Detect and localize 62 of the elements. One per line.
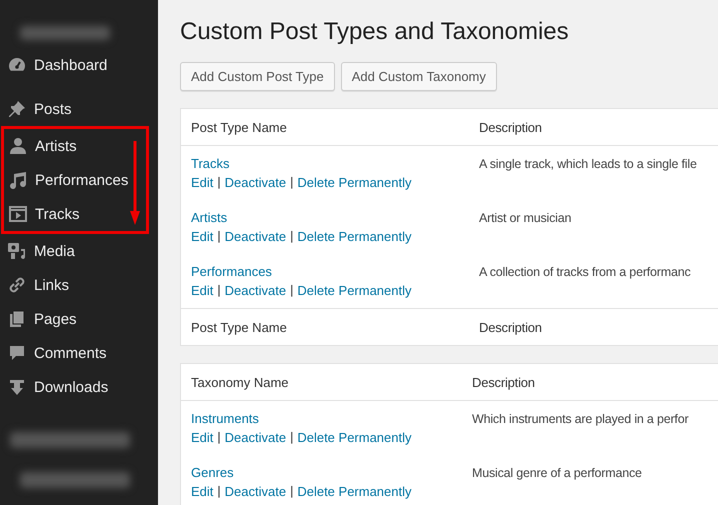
link-icon xyxy=(7,275,27,295)
column-header: Description xyxy=(479,120,542,134)
column-header: Post Type Name xyxy=(190,320,288,334)
action-link[interactable]: Delete Permanently xyxy=(297,281,412,300)
add-button[interactable]: Add Custom Post Type xyxy=(180,62,335,91)
media-icon xyxy=(7,241,27,261)
item-link[interactable]: Tracks xyxy=(191,155,479,173)
page-title: Custom Post Types and Taxonomies xyxy=(180,18,570,46)
action-link[interactable]: Edit xyxy=(191,281,214,300)
action-link[interactable]: Delete Permanently xyxy=(297,173,412,192)
item-link[interactable]: Performances xyxy=(191,263,479,281)
separator: | xyxy=(217,174,221,191)
separator: | xyxy=(290,483,294,500)
action-link[interactable]: Delete Permanently xyxy=(297,428,412,447)
separator: | xyxy=(290,429,294,446)
action-link[interactable]: Edit xyxy=(191,482,214,501)
separator: | xyxy=(290,282,294,299)
speech-bubble-icon xyxy=(7,343,27,363)
column-header: Taxonomy Name xyxy=(190,374,290,390)
description-text: Artist or musician xyxy=(479,210,572,227)
column-header: Description xyxy=(479,320,542,334)
action-link[interactable]: Edit xyxy=(191,227,214,246)
add-button[interactable]: Add Custom Taxonomy xyxy=(340,62,497,91)
download-icon xyxy=(7,377,27,397)
action-link[interactable]: Edit xyxy=(191,428,214,447)
action-link[interactable]: Edit xyxy=(191,173,214,192)
separator: | xyxy=(217,282,221,299)
column-header: Description xyxy=(472,374,535,390)
menu-item[interactable]: Comments xyxy=(0,336,158,370)
separator: | xyxy=(217,483,221,500)
action-link[interactable]: Deactivate xyxy=(224,428,286,447)
action-link[interactable]: Delete Permanently xyxy=(297,227,412,246)
action-link[interactable]: Deactivate xyxy=(224,173,286,192)
separator: | xyxy=(217,429,221,446)
action-link[interactable]: Deactivate xyxy=(224,227,286,246)
column-header: Post Type Name xyxy=(190,120,288,134)
item-link[interactable]: Instruments xyxy=(191,410,472,428)
menu-item[interactable]: Media xyxy=(0,234,158,268)
menu-item[interactable]: Artists xyxy=(4,129,146,163)
menu-item[interactable]: Posts xyxy=(0,92,158,126)
separator: | xyxy=(290,228,294,245)
description-text: A collection of tracks from a performanc xyxy=(479,264,691,281)
action-link[interactable]: Delete Permanently xyxy=(297,482,412,501)
description-text: A single track, which leads to a single file xyxy=(479,156,697,173)
item-link[interactable]: Artists xyxy=(191,209,479,227)
menu-item[interactable]: Performances xyxy=(4,163,146,197)
menu-item[interactable]: Tracks xyxy=(4,197,146,231)
menu-item[interactable]: Downloads xyxy=(0,370,158,404)
menu-item[interactable]: Links xyxy=(0,268,158,302)
item-link[interactable]: Genres xyxy=(191,464,472,482)
description-text: Which instruments are played in a perfor xyxy=(472,411,688,428)
separator: | xyxy=(217,228,221,245)
description-text: Musical genre of a performance xyxy=(472,465,642,482)
action-link[interactable]: Deactivate xyxy=(224,281,286,300)
pin-icon xyxy=(7,99,27,119)
action-link[interactable]: Deactivate xyxy=(224,482,286,501)
person-icon xyxy=(8,136,28,156)
music-note-icon xyxy=(8,170,28,190)
menu-item[interactable]: Dashboard xyxy=(0,48,158,82)
film-icon xyxy=(8,204,28,224)
separator: | xyxy=(290,174,294,191)
menu-item[interactable]: Pages xyxy=(0,302,158,336)
